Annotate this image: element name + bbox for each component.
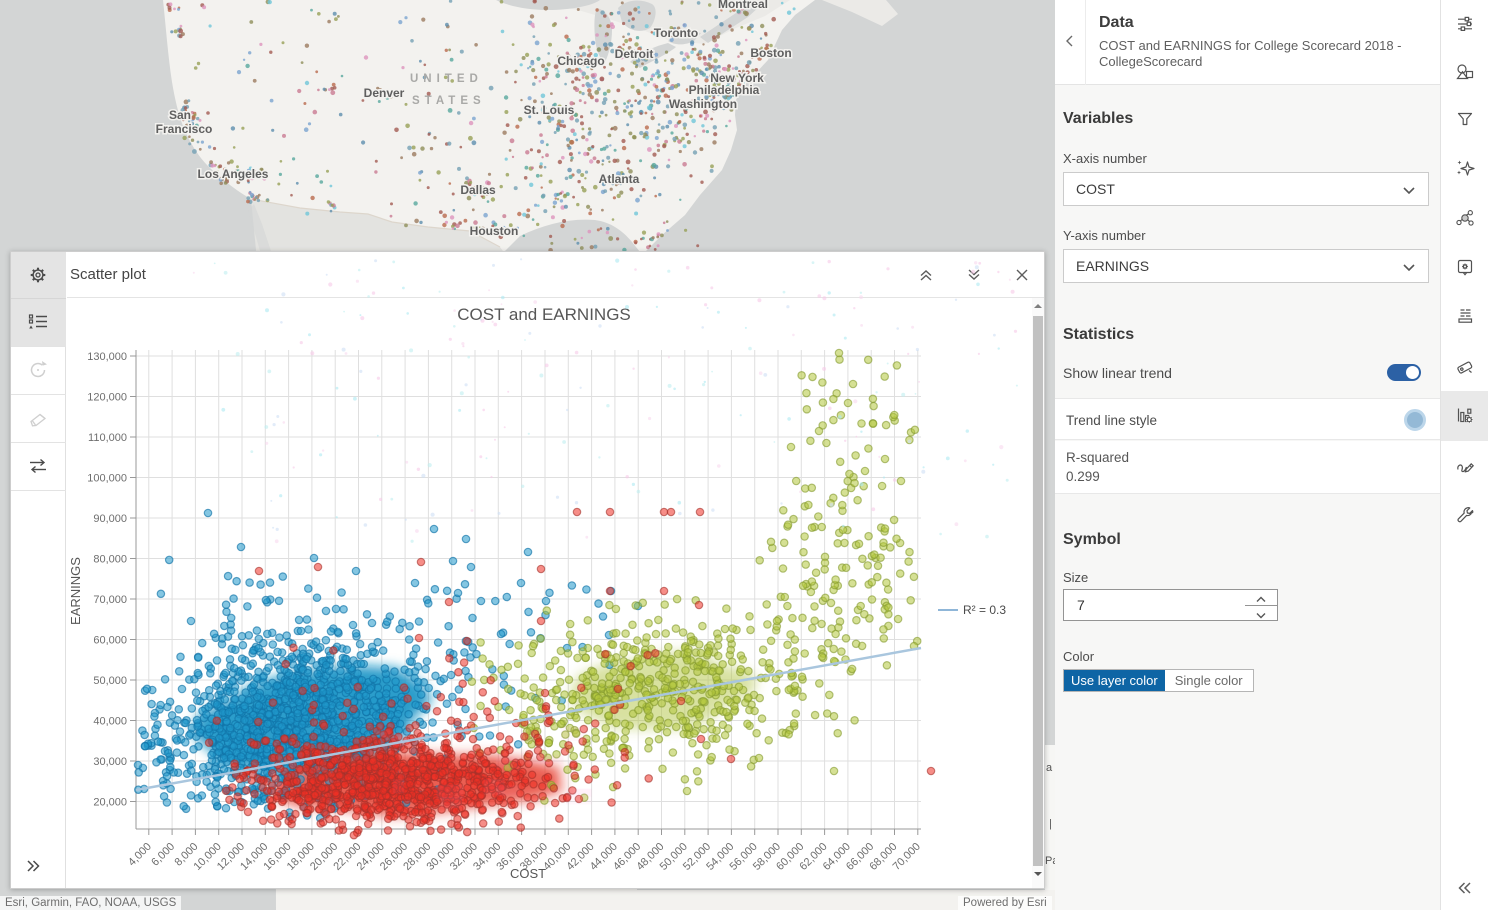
svg-text:Montreal: Montreal — [718, 0, 768, 11]
svg-text:Philadelphia: Philadelphia — [689, 83, 760, 97]
svg-text:Los Angeles: Los Angeles — [198, 167, 269, 181]
svg-text:Denver: Denver — [364, 86, 405, 100]
svg-text:6,000: 6,000 — [149, 841, 177, 869]
svg-text:100,000: 100,000 — [87, 473, 127, 485]
svg-text:San: San — [169, 108, 191, 122]
svg-text:Washington: Washington — [669, 97, 737, 111]
svg-text:70,000: 70,000 — [93, 594, 127, 606]
svg-text:Toronto: Toronto — [654, 26, 698, 40]
svg-text:Francisco: Francisco — [156, 122, 213, 136]
svg-text:UNITED: UNITED — [410, 73, 483, 85]
svg-text:80,000: 80,000 — [93, 554, 127, 566]
svg-text:EARNINGS: EARNINGS — [68, 557, 83, 625]
svg-text:60,000: 60,000 — [93, 635, 127, 647]
svg-text:St. Louis: St. Louis — [524, 103, 575, 117]
svg-text:4,000: 4,000 — [126, 841, 154, 869]
svg-text:COST and EARNINGS: COST and EARNINGS — [457, 305, 631, 324]
svg-text:Chicago: Chicago — [557, 54, 604, 68]
svg-text:50,000: 50,000 — [93, 675, 127, 687]
svg-text:20,000: 20,000 — [93, 797, 127, 809]
svg-text:110,000: 110,000 — [88, 432, 127, 444]
svg-text:90,000: 90,000 — [93, 513, 127, 525]
svg-text:30,000: 30,000 — [93, 756, 127, 768]
svg-text:STATES: STATES — [412, 95, 486, 107]
svg-text:R² = 0.3: R² = 0.3 — [963, 603, 1006, 617]
svg-text:130,000: 130,000 — [87, 351, 127, 363]
svg-text:Atlanta: Atlanta — [599, 172, 640, 186]
svg-text:Dallas: Dallas — [460, 183, 496, 197]
svg-text:Boston: Boston — [750, 46, 791, 60]
svg-text:120,000: 120,000 — [87, 392, 127, 404]
svg-text:COST: COST — [510, 866, 546, 881]
svg-text:40,000: 40,000 — [93, 716, 127, 728]
svg-text:Detroit: Detroit — [615, 47, 654, 61]
svg-text:Houston: Houston — [470, 224, 519, 238]
